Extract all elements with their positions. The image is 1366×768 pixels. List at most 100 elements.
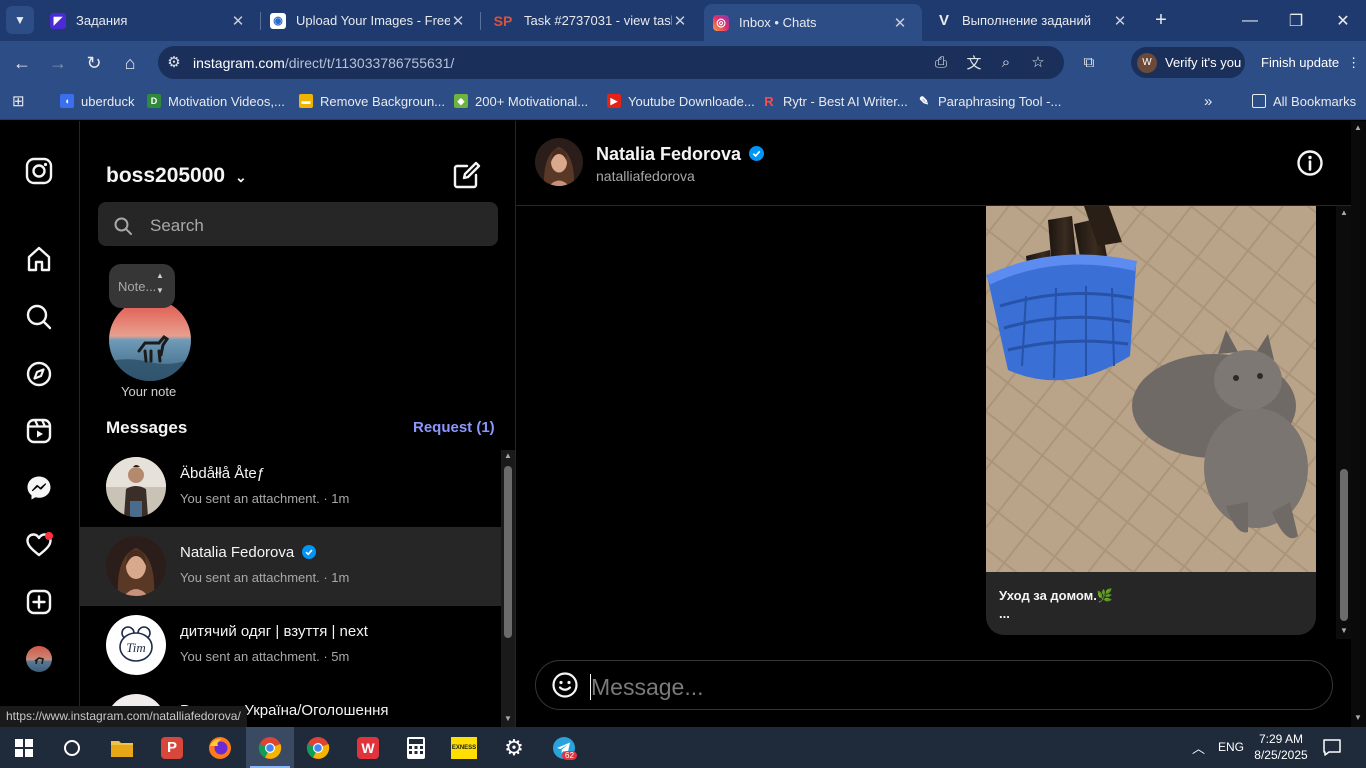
compose-icon	[453, 161, 481, 189]
instagram-logo-icon[interactable]	[24, 156, 54, 186]
chat-contact-name[interactable]: Natalia Fedorova	[596, 144, 765, 166]
bookmark-remove-background[interactable]: ▬ Remove Backgroun...	[299, 92, 445, 110]
bookmark-paraphrasing-tool[interactable]: ✎ Paraphrasing Tool -...	[917, 92, 1061, 110]
page-scrollbar[interactable]	[1351, 121, 1366, 727]
home-icon[interactable]	[24, 244, 54, 274]
zoom-icon[interactable]: ⌕	[995, 51, 1017, 73]
your-note-label: Your note	[121, 384, 177, 399]
chrome-app[interactable]	[294, 727, 342, 768]
wps-writer-app[interactable]: W	[344, 727, 392, 768]
file-explorer-app[interactable]	[98, 727, 146, 768]
messenger-icon[interactable]	[24, 473, 54, 503]
start-button[interactable]	[0, 727, 48, 768]
create-plus-icon[interactable]	[24, 587, 54, 617]
search-icon[interactable]	[24, 302, 54, 332]
thread-item-selected[interactable]: Natalia Fedorova You sent an attachment.…	[80, 527, 501, 606]
notifications-heart-icon[interactable]	[24, 530, 54, 560]
close-icon[interactable]: ✕	[672, 12, 688, 30]
url-text[interactable]: instagram.com/direct/t/113033786755631/	[193, 55, 454, 71]
tab-task[interactable]: SP Task #2737031 - view task ✕	[470, 0, 702, 41]
notifications-icon[interactable]	[1322, 737, 1342, 762]
calculator-app[interactable]	[392, 727, 440, 768]
bookmark-uberduck[interactable]: ◖ uberduck	[60, 92, 134, 110]
minimize-button[interactable]: —	[1227, 0, 1273, 41]
bookmark-favicon-icon: ◆	[454, 94, 468, 108]
bookmark-youtube-downloader[interactable]: ▶ Youtube Downloade...	[607, 92, 755, 110]
close-icon[interactable]: ✕	[450, 12, 466, 30]
firefox-app[interactable]	[196, 727, 244, 768]
input-language-indicator[interactable]: ENG	[1218, 740, 1244, 754]
show-hidden-icons-chevron-icon[interactable]: ︿	[1192, 738, 1205, 757]
scroll-down-arrow-icon[interactable]: ▼	[1340, 626, 1348, 635]
scroll-up-arrow-icon[interactable]: ▲	[1354, 123, 1362, 132]
apps-grid-icon[interactable]: ⊞	[12, 92, 25, 110]
link-status-bar: https://www.instagram.com/natalliafedoro…	[0, 706, 247, 727]
thread-preview: You sent an attachment. · 5m	[180, 649, 350, 664]
thread-preview: You sent an attachment. · 1m	[180, 570, 350, 585]
close-window-button[interactable]: ✕	[1320, 0, 1366, 41]
settings-app[interactable]: ⚙	[490, 727, 538, 768]
scroll-down-arrow-icon[interactable]: ▼	[504, 714, 512, 723]
search-taskbar-button[interactable]	[48, 727, 96, 768]
scroll-up-arrow-icon[interactable]: ▲	[504, 451, 512, 460]
telegram-app[interactable]: 62	[540, 727, 588, 768]
info-icon[interactable]	[1296, 149, 1324, 177]
messages-heading: Messages	[106, 418, 188, 437]
finish-update-button[interactable]: Finish update ⋮	[1251, 47, 1361, 78]
account-switcher[interactable]: boss205000 ⌄	[106, 164, 247, 188]
your-note-avatar[interactable]	[109, 299, 191, 381]
note-bubble[interactable]: Note... ▲ ▼	[109, 264, 175, 308]
reload-button[interactable]: ↻	[80, 49, 108, 77]
bookmark-motivation-videos[interactable]: D Motivation Videos,...	[147, 92, 285, 110]
thread-list-scroll-thumb[interactable]	[504, 466, 512, 638]
maximize-button[interactable]: ❐	[1273, 0, 1319, 41]
site-info-icon[interactable]: ⚙	[163, 51, 185, 73]
bookmark-rytr[interactable]: R Rytr - Best AI Writer...	[762, 92, 907, 110]
verify-profile-button[interactable]: W Verify it's you	[1131, 47, 1245, 78]
chrome-icon	[258, 736, 282, 759]
close-icon[interactable]: ✕	[1112, 12, 1128, 30]
scroll-down-arrow-icon[interactable]: ▼	[1354, 713, 1362, 722]
windows-logo-icon	[15, 738, 33, 757]
close-icon[interactable]: ✕	[230, 12, 246, 30]
tab-upload-images[interactable]: ◉ Upload Your Images - Free Im ✕	[248, 0, 480, 41]
bookmark-motivational[interactable]: ◆ 200+ Motivational...	[454, 92, 588, 110]
avatar	[106, 536, 166, 596]
profile-avatar[interactable]	[24, 644, 54, 674]
new-tab-button[interactable]: +	[1138, 0, 1184, 41]
tab-vypolnenie[interactable]: V Выполнение заданий ✕	[914, 0, 1142, 41]
cortana-circle-icon	[64, 739, 80, 756]
new-message-button[interactable]	[452, 160, 482, 190]
tab-instagram-inbox[interactable]: ◎ Inbox • Chats ✕	[704, 4, 922, 41]
chat-scroll-thumb[interactable]	[1340, 469, 1348, 621]
scroll-up-arrow-icon[interactable]: ▲	[1340, 208, 1348, 217]
bookmark-star-icon[interactable]: ☆	[1027, 51, 1049, 73]
close-icon[interactable]: ✕	[892, 14, 908, 32]
translate-icon[interactable]: 文	[963, 51, 985, 73]
avatar[interactable]	[535, 138, 583, 186]
thread-name: дитячий одяг | взуття | next	[180, 623, 368, 640]
wps-presentation-app[interactable]: P	[148, 727, 196, 768]
forward-button[interactable]: →	[44, 49, 72, 77]
explore-compass-icon[interactable]	[24, 359, 54, 389]
emoji-icon[interactable]	[552, 672, 578, 703]
thread-item[interactable]: Tim дитячий одяг | взуття | next You sen…	[80, 606, 501, 685]
install-app-icon[interactable]: ⎙	[930, 51, 952, 73]
extensions-icon[interactable]: ⧉	[1078, 51, 1100, 73]
all-bookmarks-button[interactable]: All Bookmarks	[1252, 92, 1356, 110]
verified-badge-icon	[749, 145, 765, 166]
clock[interactable]: 7:29 AM 8/25/2025	[1252, 731, 1310, 763]
exness-app[interactable]: EXNESS	[440, 727, 488, 768]
thread-item[interactable]: Äbdåłłå Åteƒ You sent an attachment. · 1…	[80, 448, 501, 527]
bookmark-favicon-icon: D	[147, 94, 161, 108]
chat-contact-handle: natalliafedorova	[596, 168, 695, 184]
back-button[interactable]: ←	[8, 49, 36, 77]
tab-zadaniya[interactable]: ◤ Задания ✕	[28, 0, 260, 41]
shared-post-message[interactable]: KOT KOT Уход за домом.🌿 ...	[986, 206, 1316, 635]
bookmarks-overflow-icon[interactable]: »	[1204, 92, 1212, 110]
profile-avatar-icon: W	[1137, 52, 1157, 73]
message-requests-link[interactable]: Request (1)	[413, 419, 495, 436]
chrome-profile-app[interactable]	[246, 727, 294, 768]
home-button[interactable]: ⌂	[116, 49, 144, 77]
reels-icon[interactable]	[24, 416, 54, 446]
